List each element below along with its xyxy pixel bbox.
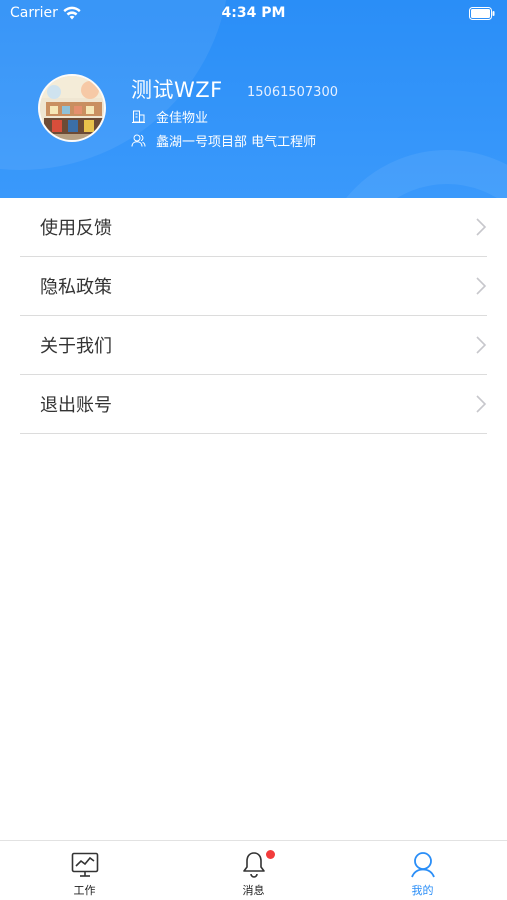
battery-icon	[469, 7, 495, 20]
building-icon	[132, 110, 145, 123]
chevron-right-icon	[476, 277, 487, 295]
tab-label: 消息	[242, 884, 265, 897]
bell-icon	[242, 852, 265, 878]
settings-menu: 使用反馈 隐私政策 关于我们 退出账号	[20, 198, 487, 434]
menu-item-feedback[interactable]: 使用反馈	[20, 198, 487, 257]
menu-item-about-us[interactable]: 关于我们	[20, 316, 487, 375]
company-name: 金佳物业	[156, 111, 209, 126]
tab-mine[interactable]: 我的	[338, 841, 507, 900]
menu-item-privacy-policy[interactable]: 隐私政策	[20, 257, 487, 316]
clock-label: 4:34 PM	[221, 5, 286, 21]
users-icon	[131, 134, 146, 147]
tab-work[interactable]: 工作	[0, 841, 169, 900]
profile-header: Carrier 4:34 PM 测试WZF 15061507300 金佳物业 蠡…	[0, 0, 507, 198]
chevron-right-icon	[476, 336, 487, 354]
chevron-right-icon	[476, 395, 487, 413]
role-row: 蠡湖一号项目部 电气工程师	[131, 131, 316, 150]
monitor-chart-icon	[71, 852, 98, 877]
user-icon	[410, 852, 435, 878]
avatar[interactable]	[38, 74, 106, 142]
role-text: 蠡湖一号项目部 电气工程师	[156, 135, 317, 150]
menu-item-label: 隐私政策	[40, 277, 112, 298]
menu-item-logout[interactable]: 退出账号	[20, 375, 487, 434]
message-badge-dot	[266, 850, 275, 859]
user-name: 测试WZF	[131, 78, 223, 102]
header-decoration	[317, 150, 507, 198]
chevron-right-icon	[476, 218, 487, 236]
tab-label: 我的	[411, 884, 434, 897]
company-row: 金佳物业	[131, 107, 208, 126]
menu-item-label: 退出账号	[40, 395, 112, 416]
menu-item-label: 使用反馈	[40, 218, 112, 239]
tab-messages[interactable]: 消息	[169, 841, 338, 900]
tab-label: 工作	[73, 884, 96, 897]
status-bar: Carrier 4:34 PM	[0, 0, 507, 28]
user-phone: 15061507300	[247, 85, 338, 100]
menu-item-label: 关于我们	[40, 336, 112, 357]
tab-bar: 工作 消息 我的	[0, 840, 507, 900]
